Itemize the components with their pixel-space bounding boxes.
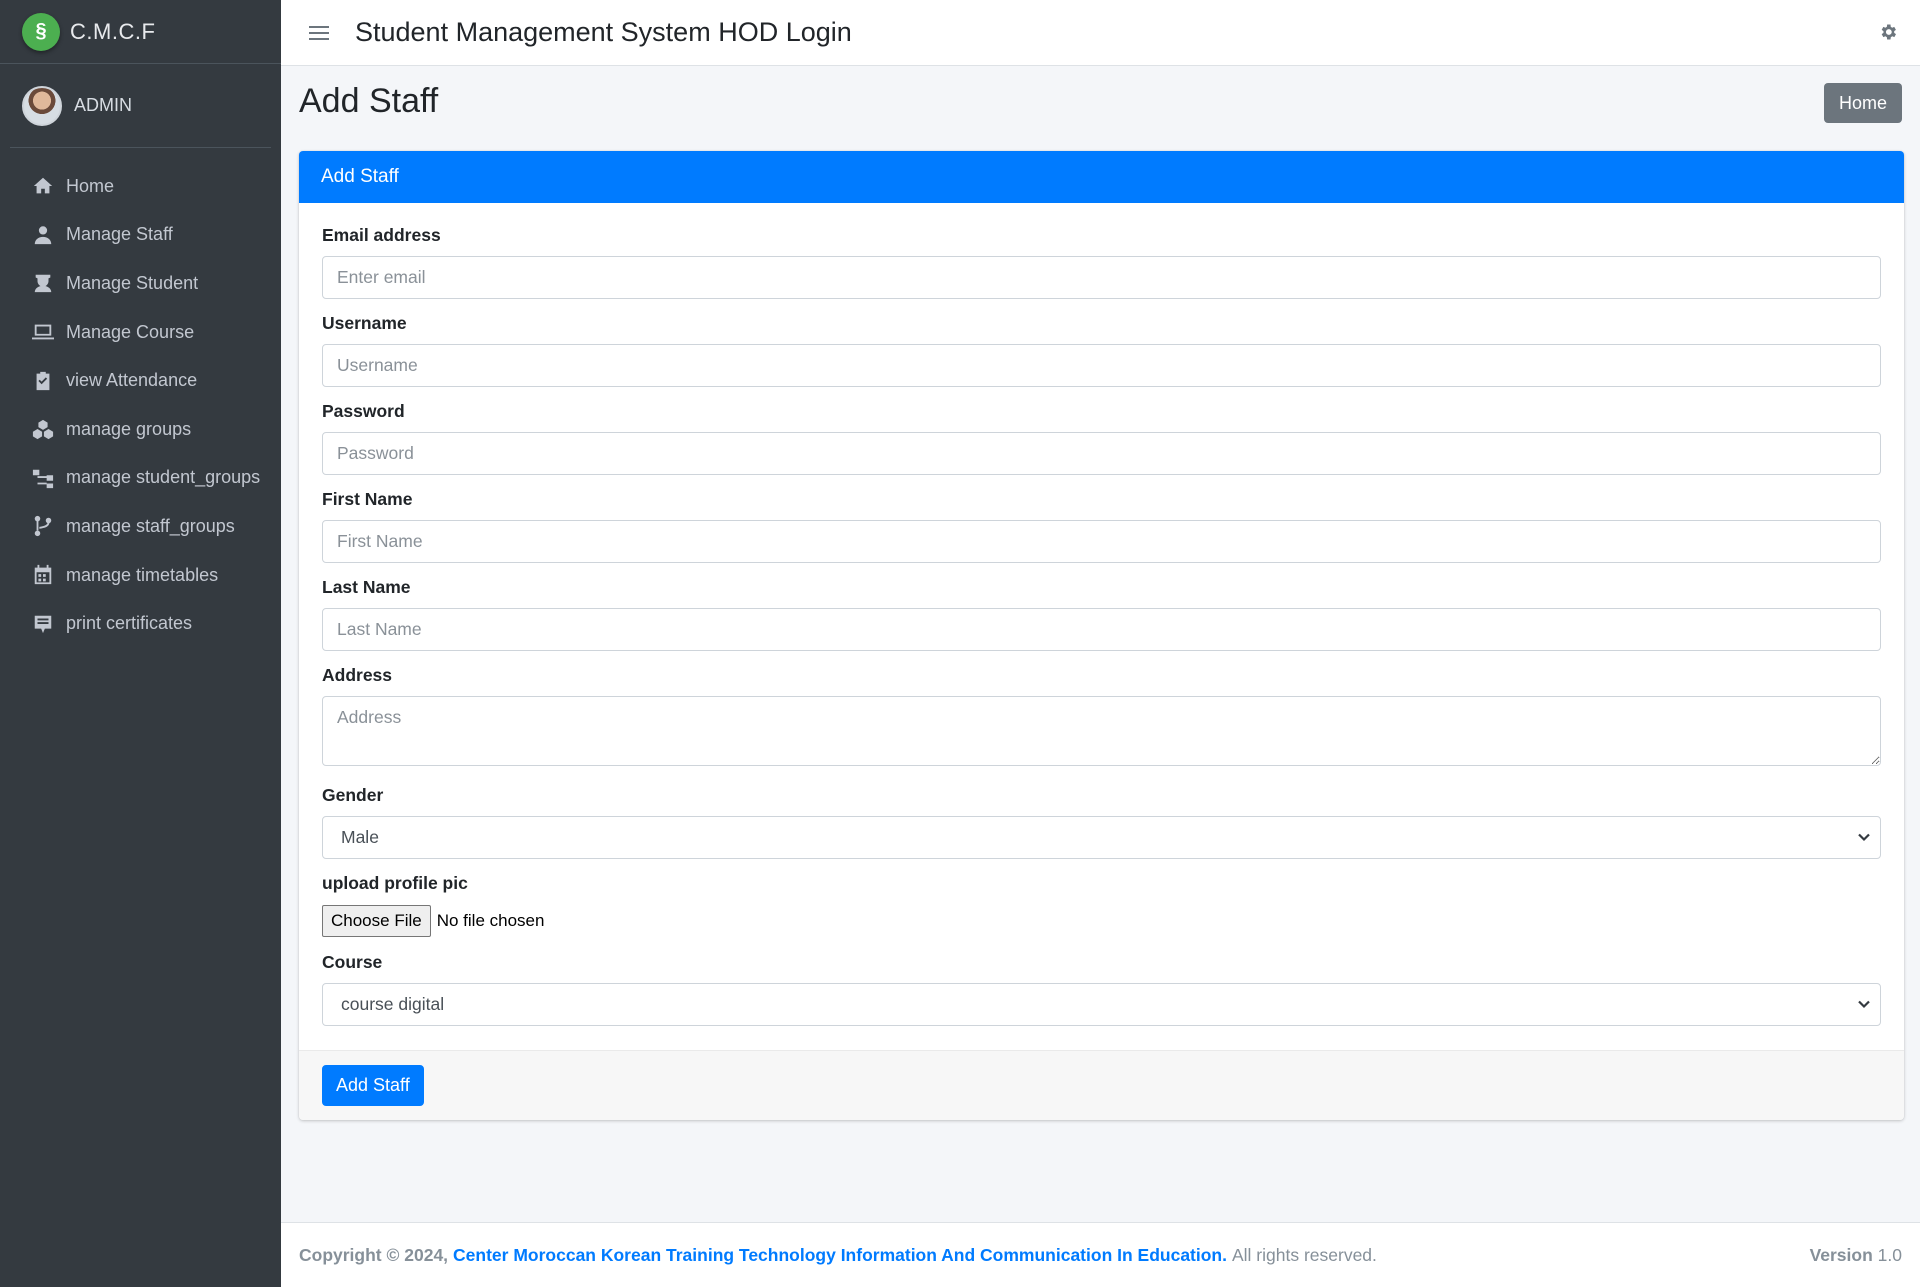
password-field[interactable] [322, 432, 1881, 475]
sidebar-item-manage-student-groups[interactable]: manage student_groups [0, 454, 281, 503]
profile-pic-group: upload profile pic Choose File No file c… [322, 873, 1881, 938]
sidebar-item-label: view Attendance [66, 370, 198, 391]
sidebar-item-home[interactable]: Home [0, 162, 281, 211]
avatar [22, 85, 62, 126]
app-title: Student Management System HOD Login [355, 17, 852, 47]
gender-label: Gender [322, 785, 384, 805]
sidebar-item-manage-student[interactable]: Manage Student [0, 259, 281, 308]
address-label: Address [322, 665, 393, 685]
password-label: Password [322, 401, 405, 421]
card-footer: Add Staff [299, 1050, 1904, 1120]
org-link[interactable]: Center Moroccan Korean Training Technolo… [453, 1245, 1227, 1266]
first-name-field[interactable] [322, 520, 1881, 563]
home-button[interactable]: Home [1823, 83, 1902, 123]
sidebar-item-print-certificates[interactable]: print certificates [0, 599, 281, 648]
email-label: Email address [322, 225, 441, 245]
user-panel[interactable]: ADMIN [10, 64, 271, 148]
user-name: ADMIN [74, 95, 132, 115]
sidebar-item-label: manage staff_groups [66, 515, 235, 536]
first-name-group: First Name [322, 489, 1881, 563]
rights-text: All rights reserved. [1231, 1244, 1377, 1265]
sidebar-nav: Home Manage Staff Manage Student Manage … [0, 162, 281, 648]
copyright-text: Copyright © 2024, [299, 1244, 449, 1265]
page-footer: Copyright © 2024, Center Moroccan Korean… [281, 1222, 1920, 1287]
version-value: 1.0 [1877, 1244, 1902, 1265]
sidebar-item-label: Manage Staff [66, 224, 173, 245]
sidebar-item-label: Manage Course [66, 321, 195, 342]
menu-toggle-icon[interactable] [309, 22, 329, 44]
course-label: Course [322, 952, 383, 972]
brand-name: C.M.C.F [70, 18, 156, 44]
chevron-down-icon [1857, 830, 1871, 844]
address-group: Address [322, 665, 1881, 771]
gear-icon[interactable] [1878, 22, 1898, 42]
choose-file-button[interactable]: Choose File [322, 905, 431, 937]
file-status: No file chosen [436, 911, 545, 930]
add-staff-button[interactable]: Add Staff [322, 1065, 424, 1106]
course-group: Course course digital [322, 952, 1881, 1026]
add-staff-card: Add Staff Email address Username Passwor… [299, 151, 1904, 1120]
sidebar-item-manage-staff-groups[interactable]: manage staff_groups [0, 502, 281, 551]
gender-selected-value: Male [322, 816, 1881, 859]
brand-link[interactable]: § C.M.C.F [0, 0, 281, 64]
home-icon [30, 173, 56, 199]
sidebar-item-label: Home [66, 175, 115, 196]
address-field[interactable] [322, 696, 1881, 766]
top-navbar: Student Management System HOD Login [281, 0, 1920, 66]
course-selected-value: course digital [322, 983, 1881, 1026]
gender-group: Gender Male [322, 785, 1881, 859]
file-input: Choose File No file chosen [322, 904, 1881, 938]
cubes-icon [30, 416, 56, 442]
sidebar-item-label: manage student_groups [66, 467, 261, 488]
password-group: Password [322, 401, 1881, 475]
last-name-group: Last Name [322, 577, 1881, 651]
sidebar-item-label: manage groups [66, 418, 192, 439]
last-name-label: Last Name [322, 577, 411, 597]
sidebar-item-label: manage timetables [66, 564, 219, 585]
sidebar-item-manage-timetables[interactable]: manage timetables [0, 551, 281, 600]
sidebar-item-manage-staff[interactable]: Manage Staff [0, 211, 281, 260]
gender-select[interactable]: Male [322, 816, 1881, 859]
version-info: Version 1.0 [1810, 1245, 1902, 1266]
add-staff-form: Email address Username Password First Na… [299, 203, 1904, 1050]
username-label: Username [322, 313, 407, 333]
certificate-icon [30, 611, 56, 637]
last-name-field[interactable] [322, 608, 1881, 651]
card-title: Add Staff [299, 151, 1904, 203]
sidebar-item-manage-groups[interactable]: manage groups [0, 405, 281, 454]
sidebar-item-view-attendance[interactable]: view Attendance [0, 356, 281, 405]
sitemap-icon [30, 465, 56, 491]
username-group: Username [322, 313, 1881, 387]
code-branch-icon [30, 513, 56, 539]
sidebar-item-manage-course[interactable]: Manage Course [0, 308, 281, 357]
username-field[interactable] [322, 344, 1881, 387]
email-field[interactable] [322, 256, 1881, 299]
cmcf-logo: § [22, 12, 60, 51]
calendar-icon [30, 562, 56, 588]
email-group: Email address [322, 225, 1881, 299]
content-wrapper: Add Staff Home Add Staff Email address U… [281, 66, 1920, 1120]
clipboard-check-icon [30, 368, 56, 394]
version-label: Version [1809, 1244, 1873, 1265]
sidebar: § C.M.C.F ADMIN Home Manage Staff Manage… [0, 0, 281, 1287]
user-icon [30, 222, 56, 248]
page-header: Add Staff Home [281, 66, 1920, 150]
chevron-down-icon [1857, 997, 1871, 1011]
sidebar-item-label: print certificates [66, 613, 193, 634]
course-select[interactable]: course digital [322, 983, 1881, 1026]
page-title: Add Staff [299, 82, 439, 120]
student-icon [30, 270, 56, 296]
first-name-label: First Name [322, 489, 413, 509]
sidebar-item-label: Manage Student [66, 272, 199, 293]
laptop-icon [30, 319, 56, 345]
profile-pic-label: upload profile pic [322, 873, 468, 893]
